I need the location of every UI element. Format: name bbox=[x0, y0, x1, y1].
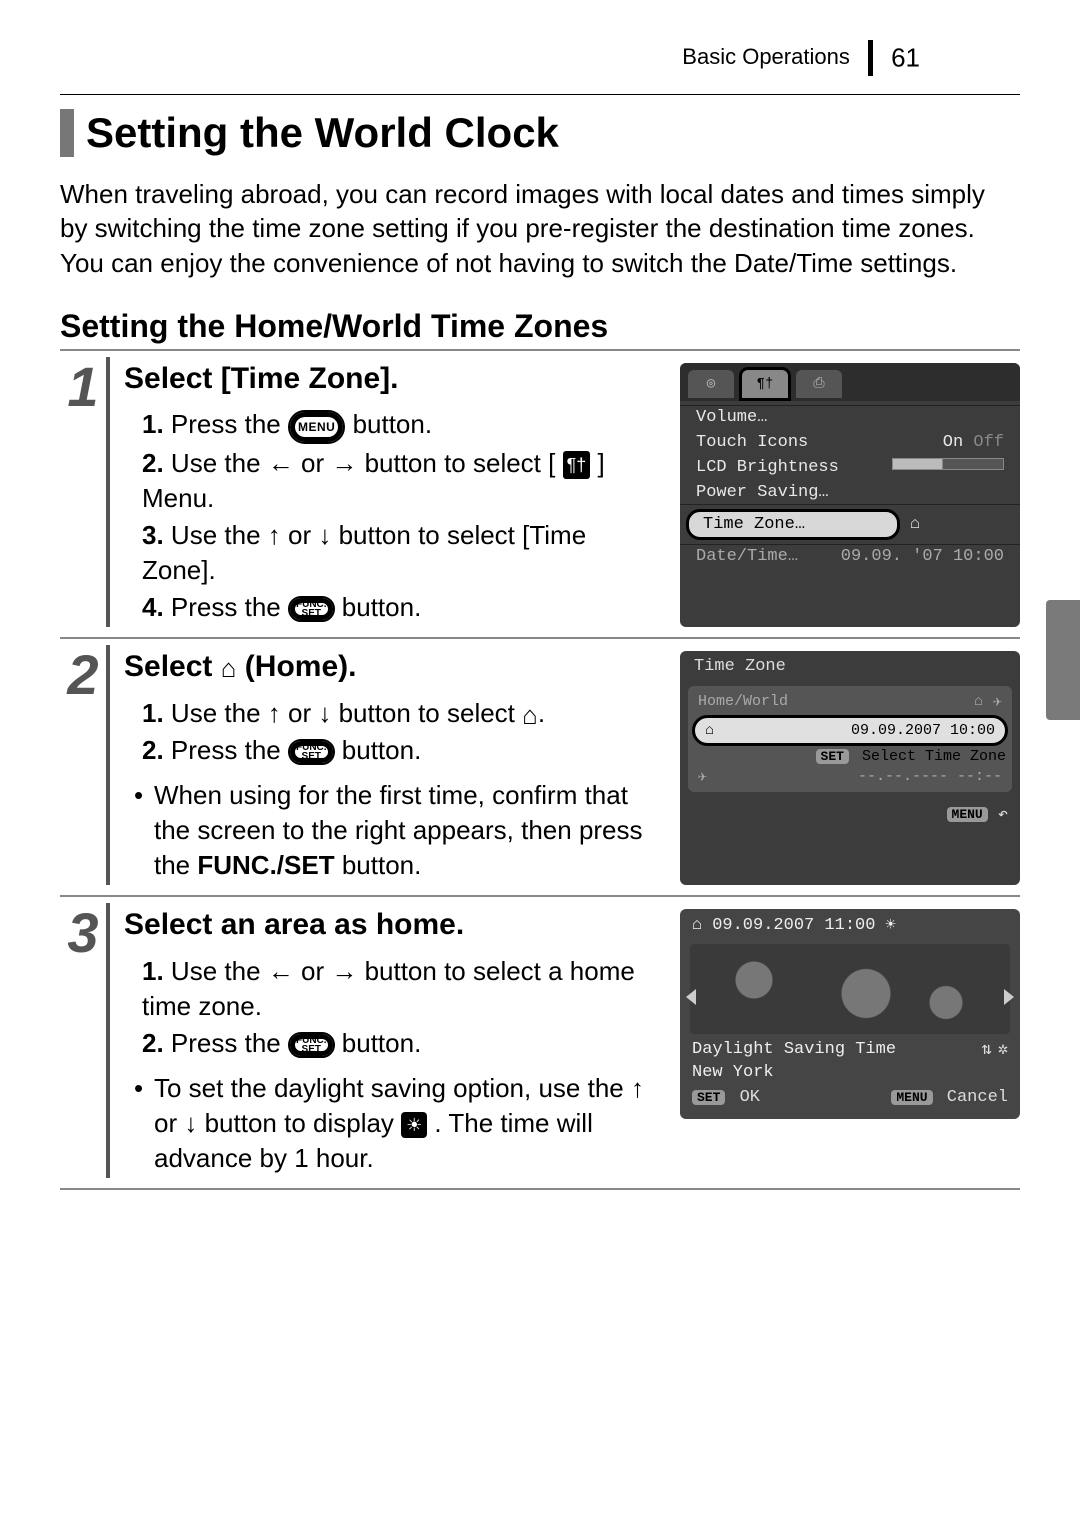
plane-mini-icon: ✈ bbox=[993, 692, 1002, 711]
menu-item-power-saving: Power Saving… bbox=[680, 480, 1020, 505]
page-title: Setting the World Clock bbox=[60, 109, 1020, 157]
home-icon: ⌂ bbox=[692, 916, 702, 935]
step-heading: Select an area as home. bbox=[124, 905, 666, 946]
down-arrow-icon: ↓ bbox=[184, 1108, 197, 1138]
screen-time-zone: Time Zone Home/World ⌂ ✈ ⌂ 09.09.2007 10… bbox=[680, 651, 1020, 885]
substep-3-2: 2. Press the FUNC. SET button. bbox=[142, 1026, 666, 1061]
section-tab bbox=[1046, 600, 1080, 720]
menu-tab-bar: ◎ ¶† ⎙ bbox=[680, 363, 1020, 401]
dst-row: Daylight Saving Time ⇅ ✲ bbox=[680, 1036, 1020, 1063]
substep-1-4: 4. Press the FUNC. SET button. bbox=[142, 590, 666, 625]
right-arrow-icon: → bbox=[331, 448, 357, 478]
step-3: 3 Select an area as home. 1. Use the ← o… bbox=[60, 897, 1020, 1190]
step-2: 2 Select ⌂ (Home). 1. Use the ↑ or ↓ bbox=[60, 639, 1020, 897]
step-heading: Select [Time Zone]. bbox=[124, 359, 666, 400]
screen-footer: MENU ↶ bbox=[680, 796, 1020, 835]
menu-item-volume: Volume… bbox=[680, 405, 1020, 430]
screen-select-area: ⌂ 09.09.2007 11:00 ☀ Daylight Saving Tim… bbox=[680, 909, 1020, 1119]
step-heading: Select ⌂ (Home). bbox=[124, 647, 666, 688]
time-zone-list: Home/World ⌂ ✈ ⌂ 09.09.2007 10:00 SET Se… bbox=[688, 686, 1012, 792]
row-home-world: Home/World ⌂ ✈ bbox=[688, 690, 1012, 713]
menu-item-date-time: Date/Time… 09.09. '07 10:00 bbox=[680, 544, 1020, 569]
step-3-note: To set the daylight saving option, use t… bbox=[134, 1071, 666, 1176]
screen-setup-menu: ◎ ¶† ⎙ Volume… Touch Icons On Off LCD Br… bbox=[680, 363, 1020, 627]
world-map bbox=[690, 944, 1010, 1034]
back-arrow-icon: ↶ bbox=[998, 804, 1008, 825]
substep-1-2: 2. Use the ← or → button to select [ ¶† … bbox=[142, 446, 666, 516]
up-arrow-icon: ↑ bbox=[631, 1073, 644, 1103]
home-icon: ⌂ bbox=[910, 515, 920, 534]
city-name: New York bbox=[680, 1063, 1020, 1084]
brightness-bar bbox=[892, 458, 1004, 470]
header-separator bbox=[868, 40, 873, 76]
sun-icon: ☀ bbox=[885, 915, 895, 936]
menu-item-touch-icons: Touch Icons On Off bbox=[680, 430, 1020, 455]
row-home-selected: ⌂ 09.09.2007 10:00 bbox=[692, 715, 1008, 746]
subsection-title: Setting the Home/World Time Zones bbox=[60, 308, 1020, 345]
screen-title: Time Zone bbox=[680, 651, 1020, 682]
step-separator bbox=[106, 357, 110, 627]
up-arrow-icon: ↑ bbox=[268, 698, 281, 728]
down-arrow-icon: ↓ bbox=[318, 698, 331, 728]
step-number: 1 bbox=[67, 357, 98, 415]
menu-item-lcd-brightness: LCD Brightness bbox=[680, 455, 1020, 480]
up-arrow-icon: ↑ bbox=[268, 520, 281, 550]
title-accent-bar bbox=[60, 109, 74, 157]
tab-print-icon: ⎙ bbox=[796, 370, 842, 398]
header-rule bbox=[60, 94, 1020, 95]
row-world: ✈ --.--.---- --:-- bbox=[688, 765, 1012, 788]
func-set-button-icon: FUNC. SET bbox=[288, 739, 335, 765]
intro-paragraph: When traveling abroad, you can record im… bbox=[60, 177, 1010, 280]
left-arrow-icon: ← bbox=[268, 956, 294, 986]
menu-button-icon: MENU bbox=[288, 410, 345, 444]
func-set-button-icon: FUNC. SET bbox=[288, 596, 335, 622]
substep-3-1: 1. Use the ← or → button to select a hom… bbox=[142, 954, 666, 1024]
step-2-note: When using for the first time, confirm t… bbox=[134, 778, 666, 883]
substep-2-1: 1. Use the ↑ or ↓ button to select ⌂. bbox=[142, 696, 666, 731]
right-arrow-icon: → bbox=[331, 956, 357, 986]
down-arrow-icon: ↓ bbox=[318, 520, 331, 550]
step-number: 3 bbox=[67, 903, 98, 961]
select-time-zone-hint: SET Select Time Zone bbox=[688, 748, 1012, 765]
step-1: 1 Select [Time Zone]. 1. Press the MENU … bbox=[60, 351, 1020, 639]
func-set-button-icon: FUNC. SET bbox=[288, 1032, 335, 1058]
menu-item-time-zone-selected: Time Zone… ⌂ bbox=[686, 509, 1014, 540]
updown-icon: ⇅ bbox=[982, 1039, 992, 1060]
step-separator bbox=[106, 645, 110, 885]
running-header: Basic Operations 61 bbox=[60, 40, 1020, 76]
home-mini-icon: ⌂ bbox=[974, 693, 983, 710]
screen-top-bar: ⌂ 09.09.2007 11:00 ☀ bbox=[680, 909, 1020, 942]
plane-icon: ✈ bbox=[698, 767, 707, 786]
home-icon: ⌂ bbox=[221, 655, 237, 681]
page-number: 61 bbox=[891, 43, 920, 73]
tab-tools-icon: ¶† bbox=[742, 370, 788, 398]
left-arrow-icon: ← bbox=[268, 448, 294, 478]
substep-2-2: 2. Press the FUNC. SET button. bbox=[142, 733, 666, 768]
substep-1-1: 1. Press the MENU button. bbox=[142, 407, 666, 443]
home-icon: ⌂ bbox=[522, 702, 538, 728]
substep-1-3: 3. Use the ↑ or ↓ button to select [Time… bbox=[142, 518, 666, 588]
section-name: Basic Operations bbox=[682, 44, 850, 69]
sun-outline-icon: ✲ bbox=[998, 1039, 1008, 1060]
step-separator bbox=[106, 903, 110, 1178]
home-icon: ⌂ bbox=[705, 722, 714, 739]
tab-camera-icon: ◎ bbox=[688, 370, 734, 398]
screen-footer: SET OK MENU Cancel bbox=[680, 1084, 1020, 1115]
step-number: 2 bbox=[67, 645, 98, 703]
dst-sun-icon: ☀ bbox=[401, 1112, 427, 1138]
tools-menu-icon: ¶† bbox=[563, 451, 591, 479]
